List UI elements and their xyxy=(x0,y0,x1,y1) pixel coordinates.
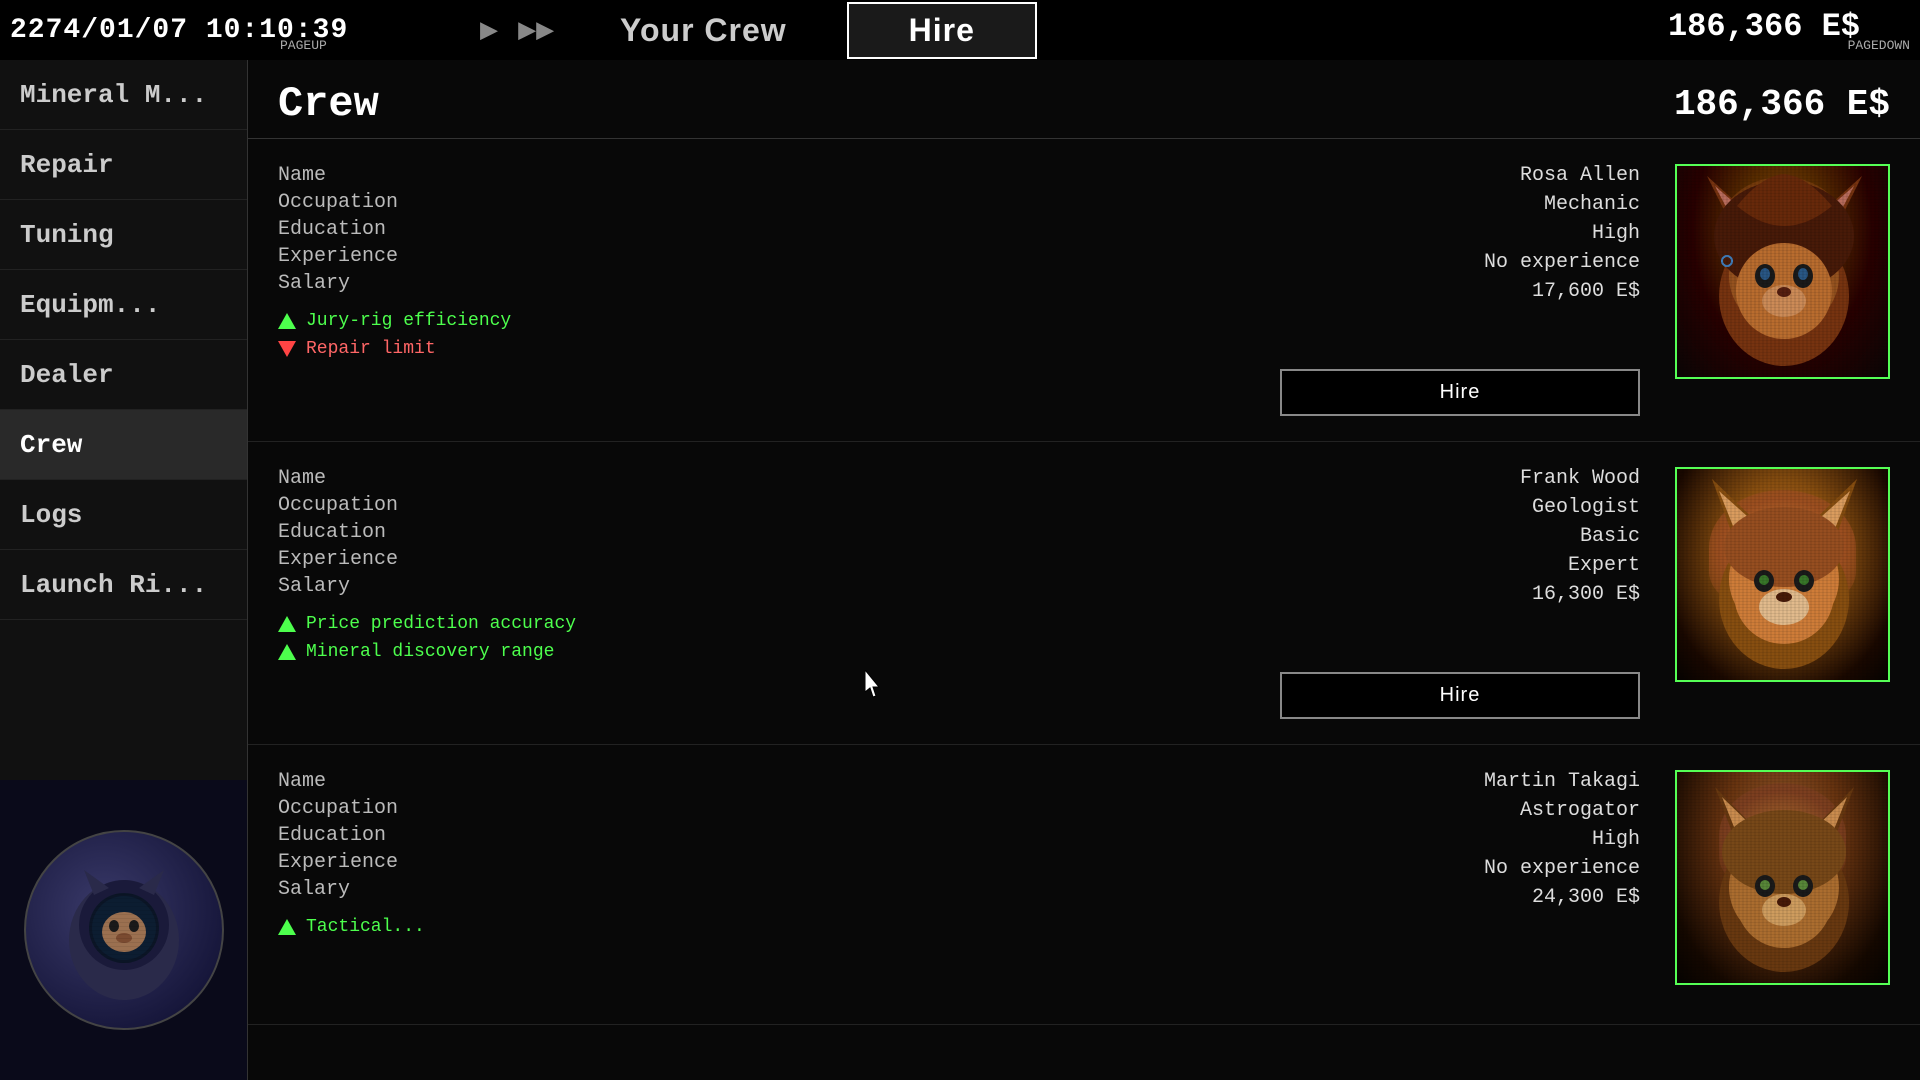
skill-jury-rig: Jury-rig efficiency xyxy=(278,311,1280,331)
tab-your-crew[interactable]: Your Crew xyxy=(560,2,847,59)
label-occ-2: Occupation xyxy=(278,494,418,517)
sidebar-item-dealer[interactable]: Dealer xyxy=(0,340,247,410)
skill-repair-limit: Repair limit xyxy=(278,339,1280,359)
skill-name-repair-limit: Repair limit xyxy=(306,339,436,359)
page-title: Crew xyxy=(278,80,379,128)
value-exp-frank: Expert xyxy=(1568,554,1640,577)
main-content: Crew 186,366 E$ Name Occupation Educatio… xyxy=(248,60,1920,1080)
bottom-character xyxy=(0,780,248,1080)
nav-arrows: ▶ ▶▶ xyxy=(480,12,554,49)
value-name-rosa: Rosa Allen xyxy=(1520,164,1640,187)
value-name-martin: Martin Takagi xyxy=(1484,770,1640,793)
pageup-label: PAGEUP xyxy=(280,38,327,53)
skills-rosa: Jury-rig efficiency Repair limit xyxy=(278,311,1280,359)
skills-martin: Tactical... xyxy=(278,917,1484,937)
next-arrow[interactable]: ▶▶ xyxy=(518,12,554,49)
sidebar: Mineral M... Repair Tuning Equipm... Dea… xyxy=(0,60,248,1080)
label-edu-2: Education xyxy=(278,521,418,544)
crew-left-rosa: Name Occupation Education Experience Sal… xyxy=(278,164,1280,416)
sidebar-item-repair[interactable]: Repair xyxy=(0,130,247,200)
skill-name-price-pred: Price prediction accuracy xyxy=(306,614,576,634)
label-sal-3: Salary xyxy=(278,878,418,901)
value-edu-frank: Basic xyxy=(1580,525,1640,548)
tab-hire[interactable]: Hire xyxy=(847,2,1037,59)
sidebar-item-tuning[interactable]: Tuning xyxy=(0,200,247,270)
value-sal-frank: 16,300 E$ xyxy=(1532,583,1640,606)
label-exp-1: Experience xyxy=(278,245,418,268)
label-edu-1: Education xyxy=(278,218,418,241)
top-bar: 2274/01/07 10:10:39 PAGEUP ▶ ▶▶ Your Cre… xyxy=(0,0,1920,60)
value-occ-frank: Geologist xyxy=(1532,496,1640,519)
main-header: Crew 186,366 E$ xyxy=(248,60,1920,139)
value-sal-rosa: 17,600 E$ xyxy=(1532,280,1640,303)
skill-tactical: Tactical... xyxy=(278,917,1484,937)
value-exp-martin: No experience xyxy=(1484,857,1640,880)
balance-top: 186,366 E$ xyxy=(1668,8,1860,45)
value-occ-rosa: Mechanic xyxy=(1544,193,1640,216)
sidebar-item-mineral[interactable]: Mineral M... xyxy=(0,60,247,130)
crew-entry-rosa: Name Occupation Education Experience Sal… xyxy=(248,139,1920,442)
value-edu-rosa: High xyxy=(1592,222,1640,245)
hire-container-rosa: Hire xyxy=(1280,369,1640,416)
hire-container-frank: Hire xyxy=(1280,672,1640,719)
crew-entry-frank: Name Occupation Education Experience Sal… xyxy=(248,442,1920,745)
crew-right-martin: Martin Takagi Astrogator High No experie… xyxy=(1484,770,1640,999)
portrait-martin xyxy=(1675,770,1890,985)
sidebar-item-launch[interactable]: Launch Ri... xyxy=(0,550,247,620)
label-name-3: Name xyxy=(278,770,418,793)
sidebar-item-logs[interactable]: Logs xyxy=(0,480,247,550)
value-occ-martin: Astrogator xyxy=(1520,799,1640,822)
crew-right-frank: Frank Wood Geologist Basic Expert 16,300… xyxy=(1280,467,1640,719)
hire-button-frank[interactable]: Hire xyxy=(1280,672,1640,719)
main-balance: 186,366 E$ xyxy=(1674,84,1890,125)
value-exp-rosa: No experience xyxy=(1484,251,1640,274)
skill-up-icon-3 xyxy=(278,919,296,935)
skill-down-icon-1 xyxy=(278,341,296,357)
portrait-frank xyxy=(1675,467,1890,682)
sidebar-item-crew[interactable]: Crew xyxy=(0,410,247,480)
skill-up-icon-2a xyxy=(278,616,296,632)
crew-entry-martin: Name Occupation Education Experience Sal… xyxy=(248,745,1920,1025)
skill-price-pred: Price prediction accuracy xyxy=(278,614,1280,634)
sidebar-item-equipment[interactable]: Equipm... xyxy=(0,270,247,340)
skill-name-tactical: Tactical... xyxy=(306,917,425,937)
label-occ-3: Occupation xyxy=(278,797,418,820)
crew-left-frank: Name Occupation Education Experience Sal… xyxy=(278,467,1280,719)
label-sal-2: Salary xyxy=(278,575,418,598)
value-edu-martin: High xyxy=(1592,828,1640,851)
label-occ-1: Occupation xyxy=(278,191,418,214)
skill-name-jury-rig: Jury-rig efficiency xyxy=(306,311,511,331)
label-exp-3: Experience xyxy=(278,851,418,874)
label-exp-2: Experience xyxy=(278,548,418,571)
portrait-img-martin xyxy=(1677,772,1888,983)
skill-mineral-disc: Mineral discovery range xyxy=(278,642,1280,662)
skill-up-icon-1 xyxy=(278,313,296,329)
portrait-img-rosa xyxy=(1677,166,1888,377)
label-name-2: Name xyxy=(278,467,418,490)
label-sal-1: Salary xyxy=(278,272,418,295)
crew-right-rosa: Rosa Allen Mechanic High No experience 1… xyxy=(1280,164,1640,416)
label-name-1: Name xyxy=(278,164,418,187)
hire-button-rosa[interactable]: Hire xyxy=(1280,369,1640,416)
prev-arrow[interactable]: ▶ xyxy=(480,12,498,49)
portrait-rosa xyxy=(1675,164,1890,379)
pagedown-label: PAGEDOWN xyxy=(1848,38,1910,53)
character-portrait-small xyxy=(24,830,224,1030)
skill-up-icon-2b xyxy=(278,644,296,660)
portrait-img-frank xyxy=(1677,469,1888,680)
crew-left-martin: Name Occupation Education Experience Sal… xyxy=(278,770,1484,999)
tab-container: Your Crew Hire xyxy=(560,2,1037,59)
skill-name-mineral-disc: Mineral discovery range xyxy=(306,642,554,662)
value-name-frank: Frank Wood xyxy=(1520,467,1640,490)
skills-frank: Price prediction accuracy Mineral discov… xyxy=(278,614,1280,662)
value-sal-martin: 24,300 E$ xyxy=(1532,886,1640,909)
label-edu-3: Education xyxy=(278,824,418,847)
